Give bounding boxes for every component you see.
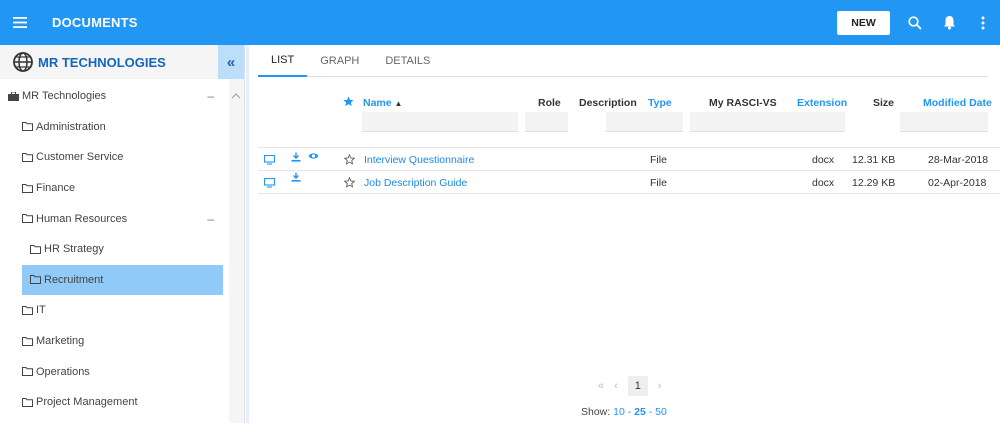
column-header-role[interactable]: Role xyxy=(538,97,561,109)
collapse-toggle[interactable]: – xyxy=(207,89,214,103)
chevron-up-icon[interactable] xyxy=(231,91,241,101)
column-header-extension[interactable]: Extension xyxy=(797,97,847,109)
page-number-button[interactable]: 1 xyxy=(627,376,648,396)
page-size-option-10[interactable]: 10 xyxy=(613,406,625,418)
next-page-button[interactable]: › xyxy=(658,380,662,392)
filter-modified-input[interactable] xyxy=(900,112,988,132)
prev-page-button[interactable]: ‹ xyxy=(614,380,618,392)
table-header: Name ▲ Role Description Type My RASCI-VS… xyxy=(258,93,1000,148)
tree-item-mr-technologies[interactable]: MR Technologies – xyxy=(0,81,230,112)
app-title: DOCUMENTS xyxy=(52,15,138,30)
globe-icon xyxy=(13,52,33,72)
filter-extension-input[interactable] xyxy=(797,112,845,132)
column-header-rasci[interactable]: My RASCI-VS xyxy=(709,97,777,109)
tree-item-hr-strategy[interactable]: HR Strategy xyxy=(0,234,230,265)
column-header-modified-date[interactable]: Modified Date xyxy=(923,97,992,109)
folder-icon xyxy=(22,214,33,224)
collapse-toggle[interactable]: – xyxy=(207,212,214,226)
filter-type-input[interactable] xyxy=(638,112,683,132)
collapse-sidebar-button[interactable]: « xyxy=(218,45,244,79)
folder-icon xyxy=(30,244,41,254)
column-header-type[interactable]: Type xyxy=(648,97,672,109)
pagination: « ‹ 1 › xyxy=(598,376,661,396)
folder-icon xyxy=(22,152,33,162)
tree-item-administration[interactable]: Administration xyxy=(0,112,230,143)
top-app-bar: DOCUMENTS NEW xyxy=(0,0,1000,45)
tree-item-marketing[interactable]: Marketing xyxy=(0,326,230,357)
tree-item-finance[interactable]: Finance xyxy=(0,173,230,204)
folder-icon xyxy=(22,397,33,407)
tree-item-project-management[interactable]: Project Management xyxy=(0,387,230,418)
tree-item-human-resources[interactable]: Human Resources – xyxy=(0,203,230,234)
tab-list[interactable]: LIST xyxy=(258,45,308,77)
column-header-description[interactable]: Description xyxy=(579,97,637,109)
menu-icon[interactable] xyxy=(0,0,40,45)
bell-icon[interactable] xyxy=(932,0,966,45)
table-row[interactable]: Interview Questionnaire File docx 12.31 … xyxy=(258,148,1000,171)
documents-table: Name ▲ Role Description Type My RASCI-VS… xyxy=(258,93,1000,194)
monitor-icon[interactable] xyxy=(264,155,275,165)
page-size-selector: Show: 10 - 25 - 50 xyxy=(581,406,667,418)
download-icon[interactable] xyxy=(291,152,301,162)
page-size-option-25[interactable]: 25 xyxy=(634,406,646,418)
folder-icon xyxy=(22,305,33,315)
sidebar-header: MR TECHNOLOGIES « xyxy=(0,45,244,79)
tab-details[interactable]: DETAILS xyxy=(372,45,443,77)
star-outline-icon[interactable] xyxy=(344,154,355,165)
folder-icon xyxy=(22,183,33,193)
column-header-size[interactable]: Size xyxy=(873,97,894,109)
tree-item-it[interactable]: IT xyxy=(0,295,230,326)
monitor-icon[interactable] xyxy=(264,178,275,188)
search-icon[interactable] xyxy=(898,0,932,45)
table-row[interactable]: Job Description Guide File docx 12.29 KB… xyxy=(258,171,1000,194)
first-page-button[interactable]: « xyxy=(598,380,604,392)
sidebar-scrollbar[interactable] xyxy=(229,79,244,423)
folder-icon xyxy=(22,367,33,377)
filter-name-input[interactable] xyxy=(362,112,518,132)
sort-asc-icon: ▲ xyxy=(394,99,403,108)
filter-role-input[interactable] xyxy=(525,112,568,132)
main-divider xyxy=(246,45,249,423)
page-size-option-50[interactable]: 50 xyxy=(655,406,667,418)
document-name-link[interactable]: Job Description Guide xyxy=(364,177,467,189)
view-tabs: LIST GRAPH DETAILS xyxy=(258,45,988,77)
tree-item-recruitment[interactable]: Recruitment xyxy=(22,264,223,296)
main-content: LIST GRAPH DETAILS Name ▲ Role Descripti… xyxy=(246,45,1000,423)
star-outline-icon[interactable] xyxy=(344,177,355,188)
briefcase-icon xyxy=(8,91,19,101)
org-tree: MR Technologies – Administration Custome… xyxy=(0,81,230,418)
tab-graph[interactable]: GRAPH xyxy=(307,45,372,77)
eye-icon[interactable] xyxy=(308,152,319,160)
folder-icon xyxy=(22,122,33,132)
sidebar: MR TECHNOLOGIES « MR Technologies – Admi… xyxy=(0,45,245,423)
download-icon[interactable] xyxy=(291,172,301,182)
new-button[interactable]: NEW xyxy=(837,10,890,35)
folder-icon xyxy=(30,275,41,285)
folder-icon xyxy=(22,336,33,346)
org-title: MR TECHNOLOGIES xyxy=(38,54,166,70)
document-name-link[interactable]: Interview Questionnaire xyxy=(364,154,474,166)
column-header-name[interactable]: Name ▲ xyxy=(363,97,402,109)
tree-item-customer-service[interactable]: Customer Service xyxy=(0,142,230,173)
more-vert-icon[interactable] xyxy=(966,0,1000,45)
tree-item-operations[interactable]: Operations xyxy=(0,356,230,387)
star-filled-icon[interactable] xyxy=(343,96,354,107)
